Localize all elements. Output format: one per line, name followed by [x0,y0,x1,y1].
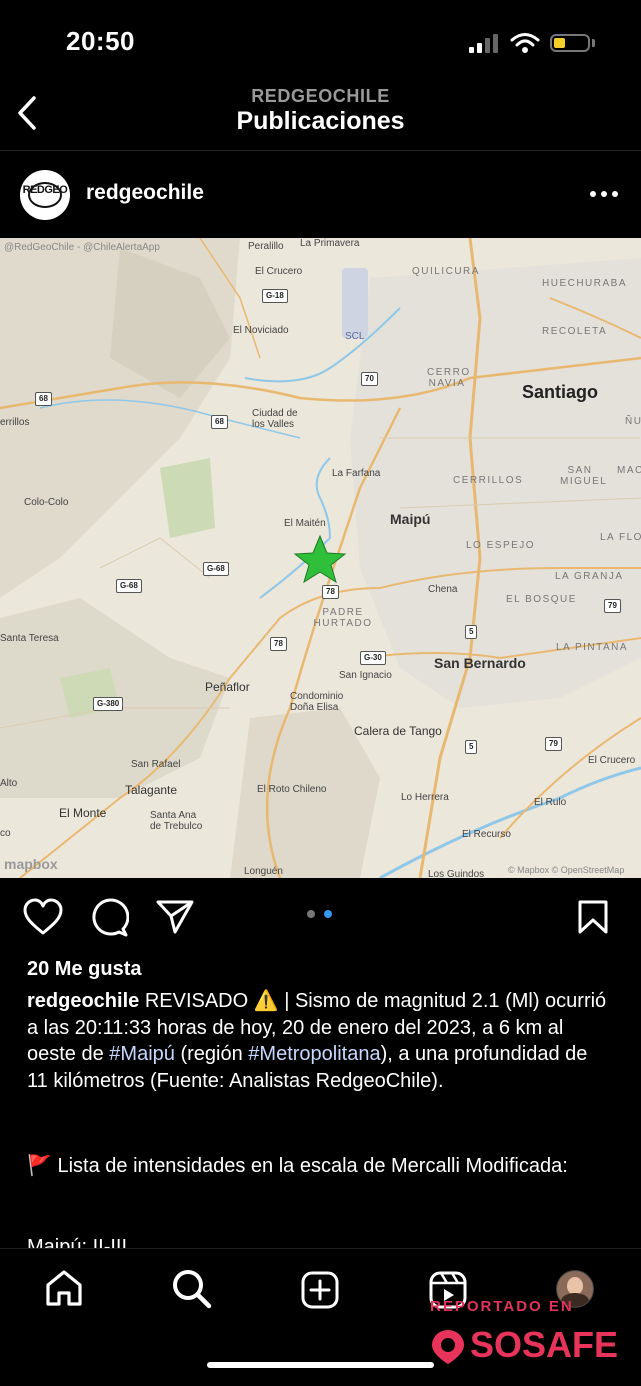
map-label: ÑU [625,416,641,427]
nav-divider [0,1248,641,1249]
road-shield: 78 [322,585,339,599]
map-label: LO ESPEJO [466,540,536,551]
map-credit-top: @RedGeoChile - @ChileAlertaApp [4,242,160,253]
map-label: Santiago [522,382,599,402]
header-divider [0,150,641,151]
sosafe-watermark-brand: SOSAFE [470,1324,619,1365]
search-icon[interactable] [171,1268,213,1310]
map-label: co [0,828,11,839]
sosafe-logo-icon [432,1330,464,1364]
map-label: Condominio Doña Elisa [290,691,344,713]
share-icon[interactable] [155,899,195,935]
battery-tip [592,39,595,47]
map-label: El Recurso [462,829,511,840]
road-shield: G-18 [262,289,288,303]
road-shield: 70 [361,372,378,386]
map-label: errillos [0,417,30,428]
caption-text-2: (región [174,1043,249,1065]
map-label: Talagante [125,783,178,797]
caption-intensity-list-heading: 🚩 Lista de intensidades en la escala de … [27,1155,568,1177]
header-account: REDGEOCHILE [251,86,390,106]
wifi-icon [510,33,540,53]
map-label: Peralillo [248,241,284,252]
post-map-image[interactable]: @RedGeoChile - @ChileAlertaApp Peralillo… [0,238,641,878]
map-label: El Maitén [284,518,326,529]
mapbox-logo: mapbox [4,856,58,872]
road-shield: G-30 [360,651,386,665]
map-label: HUECHURABA [542,278,628,289]
road-shield: 79 [545,737,562,751]
map-label: LA PINTANA [556,642,629,653]
map-credit-bottom: © Mapbox © OpenStreetMap [508,865,625,875]
post-caption: redgeochile REVISADO ⚠️ | Sismo de magni… [27,988,607,1094]
map-label: Ciudad de los Valles [252,408,298,430]
map-label: CERRILLOS [453,475,524,486]
comment-icon[interactable] [89,898,129,938]
hashtag-maipu[interactable]: #Maipú [109,1043,175,1065]
map-label: EL BOSQUE [506,594,577,605]
map-label: El Roto Chileno [257,784,327,795]
map-label: Colo-Colo [24,497,69,508]
road-shield: 5 [465,625,478,639]
create-post-icon[interactable] [300,1270,340,1310]
cellular-signal-icon [469,33,501,53]
post-username[interactable]: redgeochile [86,181,204,205]
epicenter-star-icon [293,534,347,584]
road-shield: 79 [604,599,621,613]
road-shield: G-68 [203,562,229,576]
map-label: Longuén [244,866,283,877]
map-label: Santa Ana de Trebulco [150,810,203,832]
map-label: LA GRANJA [555,571,624,582]
map-label: QUILICURA [412,266,480,277]
map-label: Los Guindos [428,869,485,878]
map-label: San Ignacio [339,670,392,681]
map-label: Chena [428,584,458,595]
battery-icon [550,34,590,52]
home-icon[interactable] [44,1268,84,1308]
map-label: Santa Teresa [0,633,59,644]
sosafe-watermark-top: REPORTADO EN [430,1298,574,1315]
road-shield: 5 [465,740,478,754]
map-label: SAN MIGUEL [560,465,608,487]
map-label: RECOLETA [542,326,608,337]
road-shield: G-68 [116,579,142,593]
map-label: Calera de Tango [354,724,442,738]
map-label: La Farfana [332,468,381,479]
map-label: El Crucero [588,755,636,766]
avatar[interactable]: REDGEO [20,170,70,220]
header-title: Publicaciones [236,107,405,135]
home-indicator[interactable] [207,1362,434,1368]
road-shield: 68 [211,415,228,429]
caption-username[interactable]: redgeochile [27,990,139,1012]
road-shield: G-380 [93,697,124,711]
status-time: 20:50 [66,26,135,56]
map-label: El Crucero [255,266,303,277]
map-label: SCL [345,331,365,342]
likes-count[interactable]: 20 Me gusta [27,958,141,981]
map-label: La Primavera [300,238,360,249]
carousel-dot-2 [324,910,332,918]
road-shield: 78 [270,637,287,651]
map-label: El Noviciado [233,325,289,336]
map-label: Maipú [390,511,431,527]
map-label: MAC [617,465,641,476]
map-label: Peñaflor [205,680,250,694]
map-label: PADRE HURTADO [313,607,373,629]
map-label: San Rafael [131,759,181,770]
map-label: El Rulo [534,797,567,808]
map-label: San Bernardo [434,655,526,671]
map-label: Alto [0,778,18,789]
heart-icon[interactable] [22,898,64,936]
hashtag-metropolitana[interactable]: #Metropolitana [248,1043,380,1065]
bookmark-icon[interactable] [577,899,609,935]
road-shield: 68 [35,392,52,406]
more-options-icon[interactable] [588,188,620,200]
map-label: LA FLO [600,532,641,543]
map-label: CERRO NAVIA [427,367,471,389]
map-label: El Monte [59,806,107,820]
carousel-dot-1 [307,910,315,918]
map-label: Lo Herrera [401,792,449,803]
